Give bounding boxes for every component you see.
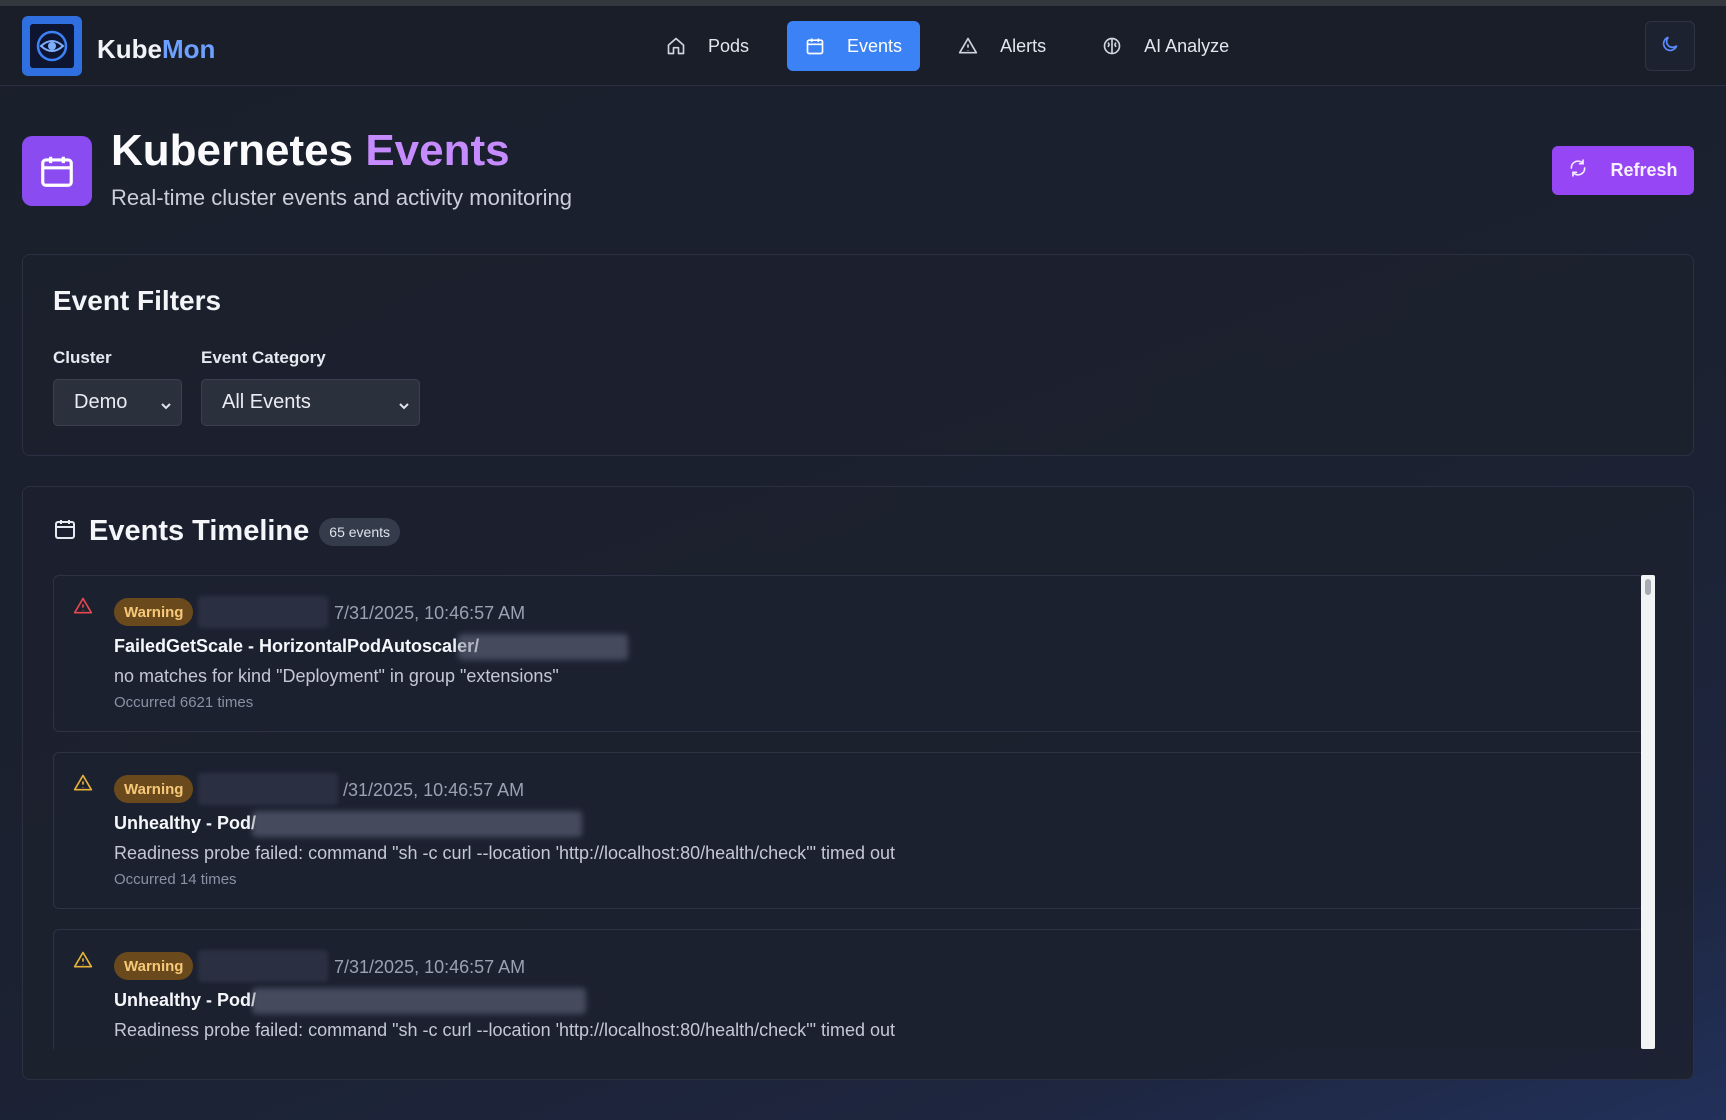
event-item[interactable]: Warning 7/31/2025, 10:46:57 AM Unhealthy… (53, 929, 1649, 1049)
top-navbar: KubeMon Pods Events Alerts AI Analyze (0, 6, 1726, 86)
severity-badge: Warning (114, 775, 194, 803)
warning-triangle-icon (958, 36, 978, 56)
severity-badge: Warning (114, 952, 194, 980)
event-timestamp: 7/31/2025, 10:46:57 AM (334, 603, 526, 623)
event-item[interactable]: Warning 7/31/2025, 10:46:57 AM FailedGet… (53, 575, 1649, 732)
calendar-icon (53, 517, 77, 546)
page-title-main: Kubernetes (111, 126, 354, 175)
page-calendar-icon (22, 136, 92, 206)
event-item[interactable]: Warning /31/2025, 10:46:57 AM Unhealthy … (53, 752, 1649, 909)
brand-name: KubeMon (97, 34, 215, 65)
page-subtitle: Real-time cluster events and activity mo… (111, 185, 572, 210)
category-select-value: All Events (222, 391, 311, 413)
redacted-namespace (198, 773, 338, 805)
events-list: Warning 7/31/2025, 10:46:57 AM FailedGet… (53, 575, 1649, 1049)
warning-triangle-icon (73, 950, 93, 975)
brand-accent: Mon (162, 34, 216, 64)
chevron-down-icon (397, 396, 411, 419)
refresh-button[interactable]: Refresh (1552, 146, 1694, 195)
app-logo[interactable] (22, 16, 82, 76)
event-occurrences: Occurred 14 times (114, 871, 237, 888)
event-message: Readiness probe failed: command "sh -c c… (114, 1020, 896, 1040)
category-select[interactable]: All Events (201, 379, 420, 426)
redacted-namespace (198, 596, 328, 628)
redacted-resource-name (458, 634, 628, 660)
home-icon (666, 36, 686, 56)
nav-item-alerts[interactable]: Alerts (940, 21, 1064, 71)
category-label: Event Category (201, 348, 326, 367)
event-filters-card: Event Filters Cluster Demo Event Categor… (22, 254, 1694, 456)
event-timestamp: 7/31/2025, 10:46:57 AM (334, 957, 526, 977)
redacted-resource-name (252, 811, 582, 837)
cluster-label: Cluster (53, 348, 112, 367)
main-nav: Pods Events Alerts AI Analyze (648, 21, 1247, 71)
event-message: Readiness probe failed: command "sh -c c… (114, 843, 896, 863)
events-scrollbar[interactable] (1641, 575, 1655, 1049)
filters-title: Event Filters (53, 285, 222, 316)
redacted-namespace (198, 950, 328, 982)
timeline-title: Events Timeline (89, 515, 310, 547)
scrollbar-thumb[interactable] (1645, 579, 1651, 595)
theme-toggle-button[interactable] (1645, 21, 1695, 71)
refresh-label: Refresh (1610, 160, 1678, 180)
warning-triangle-icon (73, 773, 93, 798)
nav-item-label: AI Analyze (1144, 35, 1230, 56)
timeline-header: Events Timeline 65 events (53, 515, 400, 548)
severity-badge: Warning (114, 598, 194, 626)
refresh-icon (1568, 158, 1588, 183)
nav-item-label: Alerts (1000, 35, 1047, 56)
nav-item-label: Pods (708, 35, 750, 56)
nav-item-label: Events (847, 35, 903, 56)
event-occurrences: Occurred 6621 times (114, 694, 254, 711)
event-timestamp: /31/2025, 10:46:57 AM (343, 780, 525, 800)
event-message: no matches for kind "Deployment" in grou… (114, 666, 559, 686)
eye-logo-icon (30, 24, 74, 68)
warning-triangle-icon (73, 596, 93, 621)
nav-item-events[interactable]: Events (787, 21, 921, 71)
nav-item-ai-analyze[interactable]: AI Analyze (1084, 21, 1247, 71)
event-count-badge: 65 events (319, 517, 400, 546)
event-title: FailedGetScale - HorizontalPodAutoscaler… (114, 636, 480, 656)
events-timeline-card: Events Timeline 65 events Warning 7/31/2… (22, 486, 1694, 1080)
event-title: Unhealthy - Pod/ (114, 990, 257, 1010)
calendar-icon (805, 36, 825, 56)
brand-main: Kube (97, 34, 162, 64)
moon-icon (1660, 34, 1680, 59)
cluster-select[interactable]: Demo (53, 379, 182, 426)
page-title: Kubernetes Events (111, 126, 510, 176)
page-title-accent: Events (365, 126, 510, 175)
redacted-resource-name (252, 988, 586, 1014)
event-title: Unhealthy - Pod/ (114, 813, 257, 833)
nav-item-pods[interactable]: Pods (648, 21, 767, 71)
cluster-select-value: Demo (74, 391, 128, 413)
chevron-down-icon (159, 396, 173, 419)
brain-icon (1102, 36, 1122, 56)
